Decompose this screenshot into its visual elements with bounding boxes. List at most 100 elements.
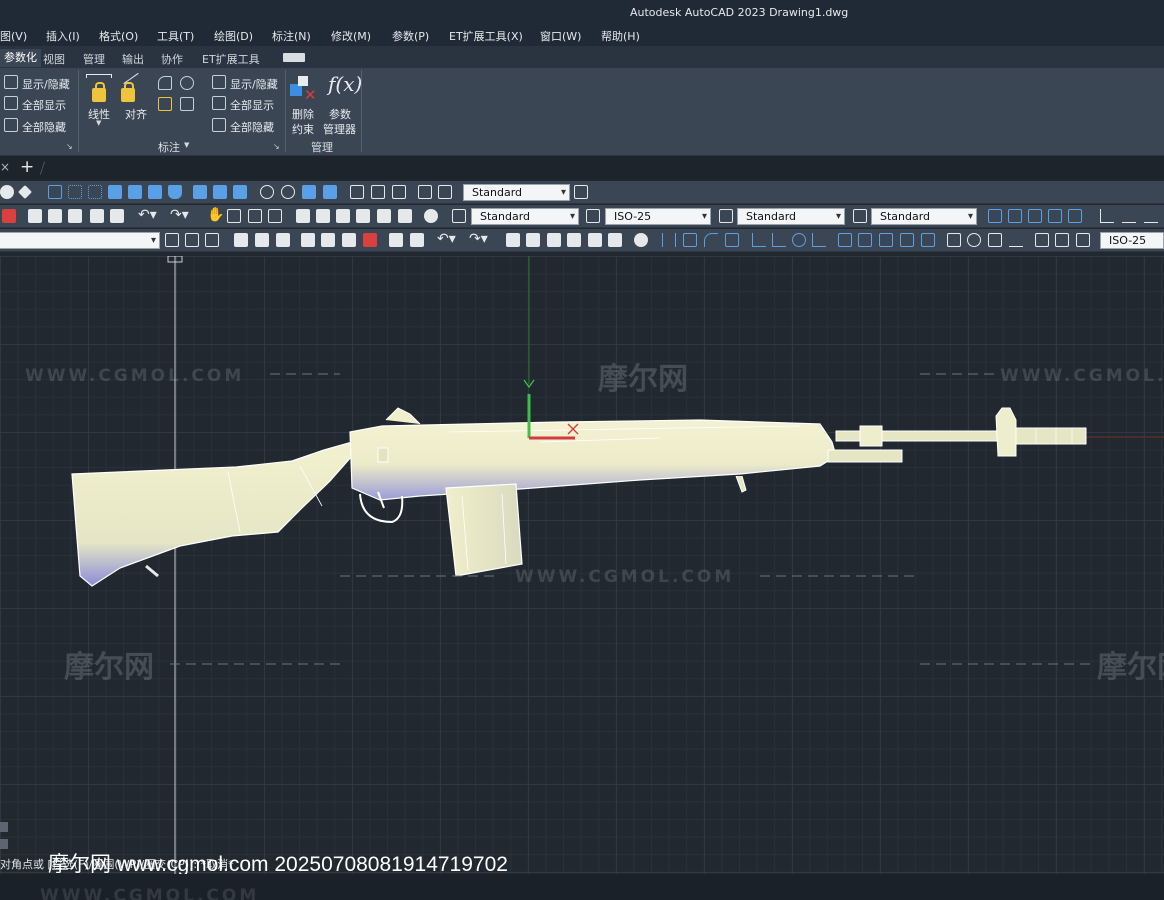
dim-edit-icon[interactable] <box>1035 233 1049 247</box>
calculator-icon[interactable] <box>398 209 412 223</box>
undo-icon[interactable]: ↶▾ <box>437 231 456 247</box>
intersect-icon[interactable] <box>233 185 247 199</box>
panel-title-dimension[interactable]: 标注 <box>158 139 180 155</box>
calculator-icon[interactable] <box>608 233 622 247</box>
linear-dim-icon[interactable] <box>662 233 676 247</box>
rifle-stock[interactable] <box>71 441 353 587</box>
constraint-icon[interactable] <box>392 185 406 199</box>
panel-expand-icon[interactable]: ↘ <box>273 142 280 151</box>
radius-constraint-icon[interactable] <box>158 76 172 90</box>
menu-insert[interactable]: 插入(I) <box>46 28 80 44</box>
table-style-select[interactable]: Standard <box>737 208 845 225</box>
markup-icon[interactable] <box>377 209 391 223</box>
chevron-down-icon[interactable]: ▼ <box>96 119 101 127</box>
dimensional-hide-all-button[interactable]: 全部隐藏 <box>230 119 274 135</box>
design-center-icon[interactable] <box>316 209 330 223</box>
match-icon[interactable] <box>389 233 403 247</box>
jogged-dim-icon[interactable] <box>772 233 786 247</box>
infer-constraint-icon[interactable] <box>438 185 452 199</box>
properties-palette-icon[interactable] <box>506 233 520 247</box>
layer-icon[interactable] <box>1068 209 1082 223</box>
shape-icon[interactable] <box>18 185 32 199</box>
fix-constraint-icon[interactable] <box>371 185 385 199</box>
redo-icon[interactable]: ↷▾ <box>170 207 189 223</box>
points-icon[interactable] <box>68 185 82 199</box>
publish-icon[interactable] <box>342 233 356 247</box>
magazine[interactable] <box>445 483 523 577</box>
row3-dim-style-select[interactable]: ISO-25 <box>1100 232 1164 249</box>
sheet-set-icon[interactable] <box>567 233 581 247</box>
menu-dimension[interactable]: 标注(N) <box>272 28 311 44</box>
baseline-dim-icon[interactable] <box>858 233 872 247</box>
aligned-button[interactable]: 对齐 <box>125 106 147 122</box>
angular-constraint-icon[interactable] <box>158 97 172 111</box>
tab-view[interactable]: 视图 <box>43 51 65 67</box>
ortho-icon[interactable] <box>1100 209 1114 223</box>
tab-parametric[interactable]: 参数化 <box>0 49 41 67</box>
menu-view[interactable]: 图(V) <box>0 28 27 44</box>
subtract-icon[interactable] <box>213 185 227 199</box>
close-tab-icon[interactable]: × <box>0 160 10 174</box>
box-icon[interactable] <box>148 185 162 199</box>
layer-icon[interactable] <box>988 209 1002 223</box>
markup-icon[interactable] <box>588 233 602 247</box>
aligned-dim-icon[interactable] <box>683 233 697 247</box>
undo-icon[interactable]: ↶▾ <box>138 207 157 223</box>
workspace-dropdown-icon[interactable] <box>283 53 305 62</box>
extrude-icon[interactable] <box>108 185 122 199</box>
center-mark-icon[interactable] <box>967 233 981 247</box>
parameters-manager-button[interactable]: 参数 <box>329 106 351 122</box>
publish-icon[interactable] <box>48 209 62 223</box>
geometric-hide-all-button[interactable]: 全部隐藏 <box>22 119 66 135</box>
delete-constraints-icon[interactable]: ✕ <box>290 76 317 103</box>
tolerance-icon[interactable] <box>947 233 961 247</box>
menu-help[interactable]: 帮助(H) <box>601 28 640 44</box>
match-icon[interactable] <box>110 209 124 223</box>
publish-icon[interactable] <box>28 209 42 223</box>
tab-collaborate[interactable]: 协作 <box>161 51 183 67</box>
new-file-icon[interactable] <box>234 233 248 247</box>
radius-dim-icon[interactable] <box>752 233 766 247</box>
menu-parametric[interactable]: 参数(P) <box>392 28 429 44</box>
new-tab-icon[interactable]: + <box>20 157 34 177</box>
tab-et-tools[interactable]: ET扩展工具 <box>202 51 260 67</box>
arc-length-icon[interactable] <box>704 233 718 247</box>
command-scroll-up-icon[interactable] <box>0 822 8 832</box>
quick-dim-icon[interactable] <box>838 233 852 247</box>
delete-constraints-button-line2[interactable]: 约束 <box>292 121 314 137</box>
match-icon[interactable] <box>410 233 424 247</box>
sheet-set-icon[interactable] <box>356 209 370 223</box>
orbit-icon[interactable] <box>260 185 274 199</box>
layer-select[interactable] <box>0 232 160 249</box>
layer-match-icon[interactable] <box>185 233 199 247</box>
mleader-style-select[interactable]: Standard <box>871 208 977 225</box>
design-center-icon[interactable] <box>526 233 540 247</box>
chevron-down-icon[interactable]: ▼ <box>184 141 189 149</box>
zoom-previous-icon[interactable] <box>268 209 282 223</box>
dimensional-show-hide-button[interactable]: 显示/隐藏 <box>230 76 278 92</box>
panel-expand-icon[interactable]: ↘ <box>66 142 73 151</box>
tool-palettes-icon[interactable] <box>547 233 561 247</box>
text-style-select[interactable]: Standard <box>471 208 579 225</box>
style-edit-icon[interactable] <box>574 185 588 199</box>
polar-icon[interactable] <box>1122 209 1136 223</box>
target-icon[interactable] <box>281 185 295 199</box>
tool-palettes-icon[interactable] <box>336 209 350 223</box>
angular-dim-icon[interactable] <box>812 233 826 247</box>
zoom-window-icon[interactable] <box>248 209 262 223</box>
properties-palette-icon[interactable] <box>296 209 310 223</box>
section-icon[interactable] <box>323 185 337 199</box>
menu-tools[interactable]: 工具(T) <box>157 28 194 44</box>
menu-draw[interactable]: 绘图(D) <box>214 28 253 44</box>
redo-icon[interactable]: ↷▾ <box>469 231 488 247</box>
menu-modify[interactable]: 修改(M) <box>331 28 371 44</box>
save-icon[interactable] <box>276 233 290 247</box>
zoom-realtime-icon[interactable] <box>227 209 241 223</box>
delete-constraints-button[interactable]: 删除 <box>292 106 314 122</box>
geometric-show-hide-button[interactable]: 显示/隐藏 <box>22 76 70 92</box>
snap-icon[interactable] <box>1144 209 1158 223</box>
layer-iso-icon[interactable] <box>205 233 219 247</box>
grid-icon[interactable] <box>48 185 62 199</box>
box-icon[interactable] <box>128 185 142 199</box>
preview-icon[interactable] <box>321 233 335 247</box>
